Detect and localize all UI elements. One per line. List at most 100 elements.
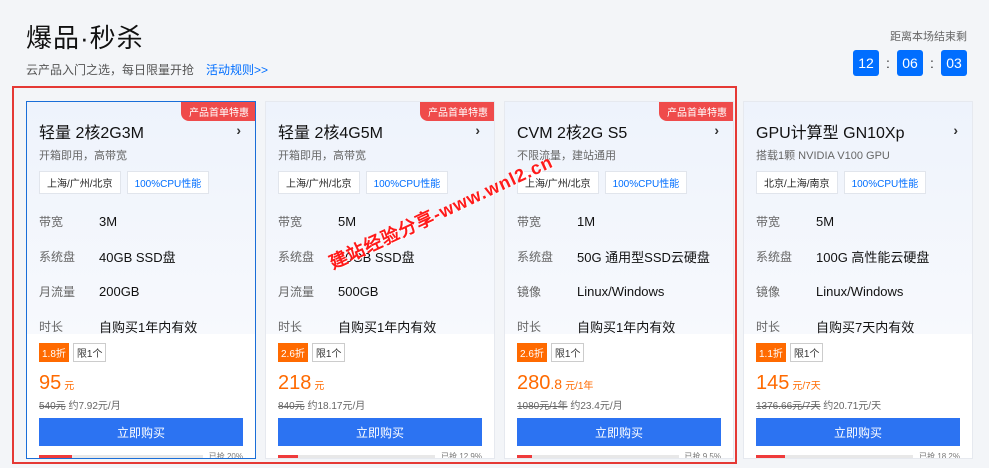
chevron-right-icon[interactable]: ›	[714, 122, 719, 138]
price-number: 280	[517, 372, 551, 394]
sold-progress-fill	[517, 455, 533, 458]
original-price: 1376.66元/7天 约20.71元/天	[756, 397, 960, 412]
spec-value: 200GB	[99, 284, 140, 299]
limit-badge: 限1个	[789, 343, 824, 362]
card-name: GPU计算型 GN10Xp	[756, 125, 905, 142]
spec-value: 500GB	[338, 284, 379, 299]
discount-badge: 1.1折	[756, 343, 786, 362]
limit-badge: 限1个	[550, 343, 585, 362]
product-card[interactable]: 产品首单特惠 › 轻量 2核4G5M 开箱即用，高带宽 上海/广州/北京 100…	[265, 101, 495, 459]
per-unit-price: 约18.17元/月	[307, 401, 366, 412]
sold-progress-fill	[278, 455, 299, 458]
spec-value: 3M	[99, 214, 118, 229]
spec-value: 5M	[338, 214, 357, 229]
discount-badge: 1.8折	[39, 343, 69, 362]
spec-value: Linux/Windows	[816, 284, 904, 299]
price: 218 元	[278, 372, 482, 395]
sold-progress-bar	[39, 455, 203, 458]
buy-now-button[interactable]: 立即购买	[278, 418, 482, 446]
spec-key: 镜像	[517, 285, 542, 299]
spec-row: 月流量 200GB	[39, 274, 243, 309]
spec-value: 5M	[816, 214, 835, 229]
chevron-right-icon[interactable]: ›	[953, 122, 958, 138]
subtitle-text: 云产品入门之选，每日限量开抢	[26, 63, 195, 77]
activity-rules-link[interactable]: 活动规则>>	[206, 63, 268, 77]
spec-key: 时长	[517, 320, 542, 334]
price: 145 元/7天	[756, 372, 960, 395]
spec-row: 镜像 Linux/Windows	[756, 274, 960, 309]
price-unit: 元	[314, 381, 325, 392]
price-number: 95	[39, 372, 62, 394]
cpu-chip: 100%CPU性能	[365, 171, 449, 194]
sold-progress-bar	[517, 455, 679, 458]
original-price: 540元 约7.92元/月	[39, 397, 243, 412]
countdown-hours: 12	[853, 50, 879, 76]
spec-key: 系统盘	[278, 250, 315, 264]
per-unit-price: 约23.4元/月	[570, 401, 623, 412]
region-chip: 上海/广州/北京	[278, 171, 360, 194]
spec-key: 月流量	[39, 285, 76, 299]
chevron-right-icon[interactable]: ›	[475, 122, 480, 138]
spec-key: 带宽	[39, 215, 64, 229]
cpu-chip: 100%CPU性能	[843, 171, 927, 194]
buy-now-button[interactable]: 立即购买	[517, 418, 721, 446]
spec-row: 带宽 5M	[278, 204, 482, 239]
card-name: 轻量 2核4G5M	[278, 125, 383, 142]
buy-now-button[interactable]: 立即购买	[756, 418, 960, 446]
spec-value: 40GB SSD盘	[99, 250, 176, 265]
spec-value: 60GB SSD盘	[338, 250, 415, 265]
price-number: 218	[278, 372, 312, 394]
strikethrough-price: 840元	[278, 401, 305, 412]
sold-progress-text: 已抢 9.5%	[684, 452, 721, 459]
region-chip: 上海/广州/北京	[39, 171, 121, 194]
price-unit: 元/1年	[565, 381, 594, 392]
region-chip: 北京/上海/南京	[756, 171, 838, 194]
spec-key: 带宽	[517, 215, 542, 229]
countdown-separator: :	[886, 55, 890, 71]
region-chip: 上海/广州/北京	[517, 171, 599, 194]
spec-key: 带宽	[756, 215, 781, 229]
countdown-seconds: 03	[941, 50, 967, 76]
sold-progress-fill	[756, 455, 785, 458]
spec-row: 系统盘 100G 高性能云硬盘	[756, 239, 960, 274]
card-name: CVM 2核2G S5	[517, 125, 628, 142]
price-decimal: .8	[550, 376, 563, 392]
limit-badge: 限1个	[72, 343, 107, 362]
promo-tag: 产品首单特惠	[420, 102, 494, 121]
per-unit-price: 约20.71元/天	[823, 401, 882, 412]
countdown-minutes: 06	[897, 50, 923, 76]
original-price: 840元 约18.17元/月	[278, 397, 482, 412]
buy-now-button[interactable]: 立即购买	[39, 418, 243, 446]
spec-key: 镜像	[756, 285, 781, 299]
spec-row: 系统盘 40GB SSD盘	[39, 239, 243, 274]
sold-progress-fill	[39, 455, 72, 458]
sold-progress-text: 已抢 20%	[208, 452, 243, 459]
price-unit: 元	[64, 381, 75, 392]
discount-badge: 2.6折	[278, 343, 308, 362]
sold-progress-bar	[756, 455, 914, 458]
limit-badge: 限1个	[311, 343, 346, 362]
spec-row: 带宽 3M	[39, 204, 243, 239]
product-card[interactable]: › GPU计算型 GN10Xp 搭载1颗 NVIDIA V100 GPU 北京/…	[743, 101, 973, 459]
spec-row: 带宽 5M	[756, 204, 960, 239]
promo-tag: 产品首单特惠	[659, 102, 733, 121]
spec-key: 时长	[756, 320, 781, 334]
sold-progress-text: 已抢 12.9%	[441, 452, 482, 459]
card-name: 轻量 2核2G3M	[39, 125, 144, 142]
price: 95 元	[39, 372, 243, 395]
spec-key: 系统盘	[756, 250, 793, 264]
sold-progress-text: 已抢 18.2%	[919, 452, 960, 459]
card-desc: 开箱即用，高带宽	[278, 150, 366, 162]
spec-value: 1M	[577, 214, 596, 229]
spec-row: 系统盘 50G 通用型SSD云硬盘	[517, 239, 721, 274]
product-card[interactable]: 产品首单特惠 › 轻量 2核2G3M 开箱即用，高带宽 上海/广州/北京 100…	[26, 101, 256, 459]
strikethrough-price: 540元	[39, 401, 66, 412]
strikethrough-price: 1080元/1年	[517, 401, 568, 412]
chevron-right-icon[interactable]: ›	[236, 122, 241, 138]
sold-progress-bar	[278, 455, 436, 458]
spec-key: 系统盘	[517, 250, 554, 264]
price-unit: 元/7天	[792, 381, 821, 392]
product-card[interactable]: 产品首单特惠 › CVM 2核2G S5 不限流量，建站通用 上海/广州/北京 …	[504, 101, 734, 459]
countdown-label: 距离本场结束剩	[890, 31, 967, 43]
card-desc: 搭载1颗 NVIDIA V100 GPU	[756, 150, 890, 162]
